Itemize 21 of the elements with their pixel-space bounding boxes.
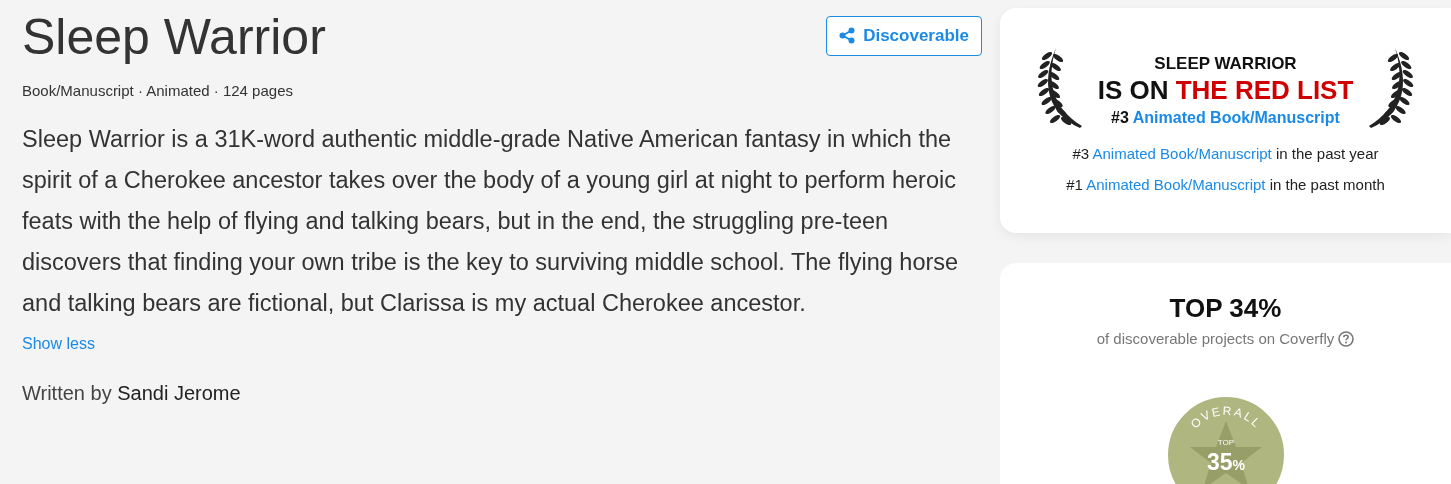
medal-label: TOP (1217, 437, 1234, 447)
category-link[interactable]: Animated Book/Manuscript (1092, 145, 1272, 162)
percentile-heading: TOP 34% (1168, 292, 1283, 325)
percentile-caption: of discoverable projects on Coverfly (1096, 329, 1335, 349)
category-link[interactable]: Animated Book/Manuscript (1132, 109, 1340, 126)
author-label: Written by (22, 381, 113, 404)
author-link[interactable]: Sandi Jerome (117, 381, 241, 404)
project-title: Sleep Warrior (22, 8, 326, 67)
help-icon[interactable] (1338, 331, 1355, 348)
ranking-text: #3 Animated Book/Manuscript in the past year (1072, 144, 1379, 164)
list-status-headline: IS ON THE RED LIST (1097, 76, 1354, 106)
project-description: Sleep Warrior is a 31K-word authentic middle-grade Native American fantasy in which the spirit of a Cherokee ancestor takes over the body of a young girl at night to perform heroic feats with the help of flying and talking bears, but in the end, the struggling pre-teen discovers that finding your own tribe is the key to surviving middle school. The flying horse and talking bears are fictional, but Clarissa is my actual Cherokee ancestor. (22, 124, 960, 318)
share-icon (839, 27, 856, 45)
rank-text: #3 Animated Book/Manuscript (1110, 108, 1341, 128)
ranking-text: #1 Animated Book/Manuscript in the past month (1066, 175, 1385, 195)
status-button[interactable]: Discoverable (826, 16, 982, 56)
category-link[interactable]: Animated Book/Manuscript (1086, 176, 1266, 193)
project-name: SLEEP WARRIOR (1153, 52, 1298, 75)
medal-value: 35% (1206, 448, 1245, 475)
show-less-link[interactable]: Show less (22, 331, 95, 356)
project-meta: Book/Manuscript · Animated · 124 pages (22, 81, 294, 101)
